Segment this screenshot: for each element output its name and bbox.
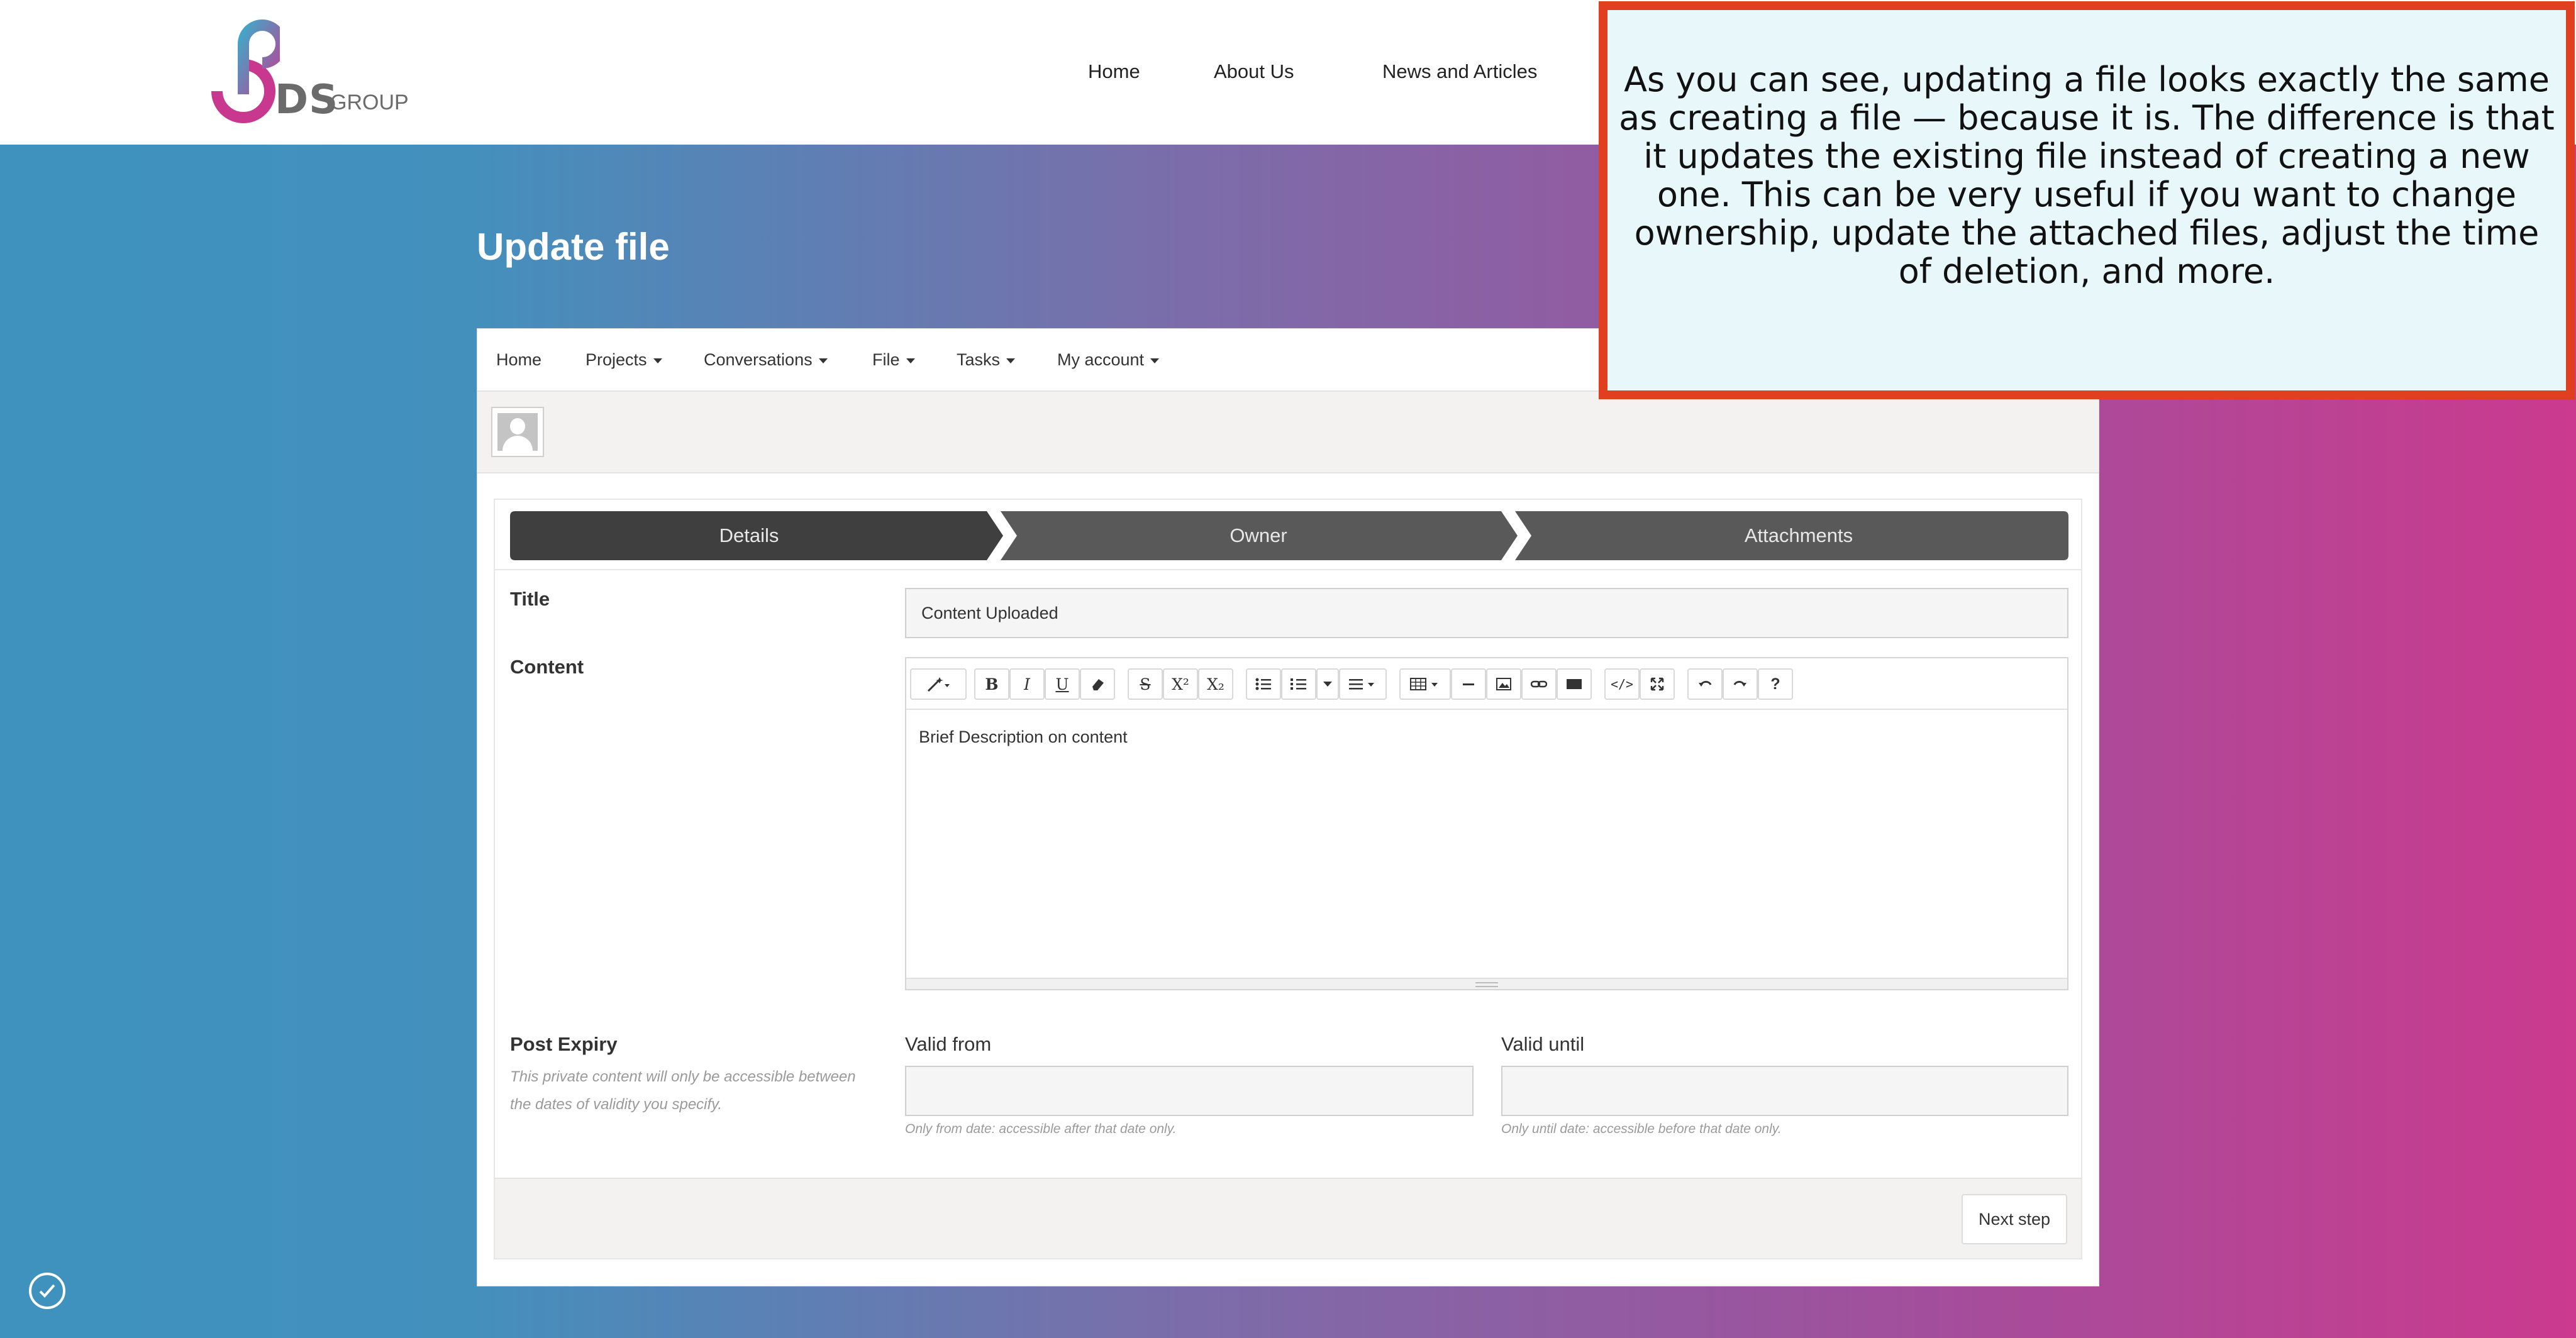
redo-icon[interactable] [1723, 668, 1758, 700]
valid-from-label: Valid from [905, 1033, 992, 1055]
app-nav-home-label: Home [496, 350, 542, 369]
valid-until-input[interactable] [1501, 1066, 2068, 1116]
superscript-icon[interactable]: X² [1163, 668, 1198, 700]
post-expiry-hint: This private content will only be access… [510, 1068, 856, 1113]
app-nav-projects[interactable]: Projects [586, 350, 662, 370]
editor-resize-bar[interactable] [906, 978, 2067, 989]
editor-toolbar: B I U S X² X₂ </> ? [906, 658, 2067, 710]
form-divider [495, 569, 2081, 570]
nav-news-and-articles[interactable]: News and Articles [1382, 60, 1537, 83]
app-panel: Home Projects Conversations File Tasks M… [477, 328, 2099, 1286]
wizard-steps: Details Owner Attachments [510, 511, 2068, 560]
editor-content[interactable]: Brief Description on content [919, 727, 1128, 747]
underline-icon[interactable]: U [1045, 668, 1080, 700]
nav-home[interactable]: Home [1088, 60, 1140, 83]
bold-icon[interactable]: B [974, 668, 1009, 700]
list-dropdown-icon[interactable] [1316, 668, 1339, 700]
page-title: Update file [477, 226, 670, 268]
italic-icon[interactable]: I [1009, 668, 1045, 700]
form-footer: Next step [495, 1178, 2081, 1258]
profile-strip [477, 392, 2099, 473]
next-step-button[interactable]: Next step [1962, 1194, 2067, 1244]
avatar-body [502, 436, 533, 451]
image-icon[interactable] [1486, 668, 1521, 700]
tutorial-callout: As you can see, updating a file looks ex… [1599, 1, 2575, 399]
eraser-icon[interactable] [1080, 668, 1115, 700]
title-input[interactable]: Content Uploaded [905, 588, 2068, 638]
app-nav-conversations[interactable]: Conversations [704, 350, 828, 370]
logo-mark-icon [211, 19, 280, 123]
valid-until-hint: Only until date: accessible before that … [1501, 1122, 1782, 1136]
caret-down-icon [1150, 358, 1160, 363]
fullscreen-icon[interactable] [1640, 668, 1675, 700]
video-icon[interactable] [1557, 668, 1592, 700]
help-icon[interactable]: ? [1758, 668, 1793, 700]
horizontal-rule-icon[interactable] [1451, 668, 1486, 700]
avatar-head [510, 418, 525, 434]
unordered-list-icon[interactable] [1246, 668, 1281, 700]
wizard-step-details[interactable]: Details [510, 511, 988, 560]
ds-group-logo[interactable]: DS GROUP [204, 19, 412, 126]
magic-wand-icon[interactable] [910, 668, 967, 700]
align-icon[interactable] [1339, 668, 1387, 700]
user-placeholder-icon [497, 413, 538, 451]
title-label: Title [510, 588, 550, 610]
strikethrough-icon[interactable]: S [1128, 668, 1163, 700]
wizard-step-attachments[interactable]: Attachments [1529, 511, 2068, 560]
app-nav-tasks-label: Tasks [957, 350, 1001, 369]
caret-down-icon [653, 358, 662, 363]
caret-down-icon [818, 358, 828, 363]
subscript-icon[interactable]: X₂ [1198, 668, 1233, 700]
file-form: Details Owner Attachments Title Content … [494, 499, 2082, 1259]
resize-grip-icon [1475, 982, 1498, 987]
app-nav-home[interactable]: Home [496, 350, 541, 370]
app-nav-my-account[interactable]: My account [1057, 350, 1160, 370]
app-nav-my-account-label: My account [1057, 350, 1145, 369]
app-nav-conversations-label: Conversations [704, 350, 813, 369]
undo-icon[interactable] [1687, 668, 1723, 700]
wizard-step-owner[interactable]: Owner [1013, 511, 1504, 560]
rich-text-editor: B I U S X² X₂ </> ? Brief Description on… [905, 657, 2068, 990]
caret-down-icon [1006, 358, 1016, 363]
valid-from-input[interactable] [905, 1066, 1474, 1116]
logo-subtext: GROUP [330, 91, 409, 114]
code-view-icon[interactable]: </> [1604, 668, 1640, 700]
valid-until-label: Valid until [1501, 1033, 1585, 1055]
caret-down-icon [906, 358, 915, 363]
cookie-consent-icon[interactable] [29, 1273, 65, 1309]
table-icon[interactable] [1399, 668, 1451, 700]
app-nav-file-label: File [872, 350, 900, 369]
avatar[interactable] [491, 407, 544, 457]
link-icon[interactable] [1521, 668, 1557, 700]
app-nav-tasks[interactable]: Tasks [957, 350, 1016, 370]
nav-about-us[interactable]: About Us [1214, 60, 1294, 83]
content-label: Content [510, 656, 584, 678]
logo-text: DS [275, 77, 339, 123]
ordered-list-icon[interactable] [1281, 668, 1316, 700]
valid-from-hint: Only from date: accessible after that da… [905, 1122, 1177, 1136]
app-nav-file[interactable]: File [872, 350, 915, 370]
callout-text: As you can see, updating a file looks ex… [1619, 59, 2555, 291]
app-nav-projects-label: Projects [586, 350, 647, 369]
post-expiry-label: Post Expiry [510, 1033, 618, 1055]
